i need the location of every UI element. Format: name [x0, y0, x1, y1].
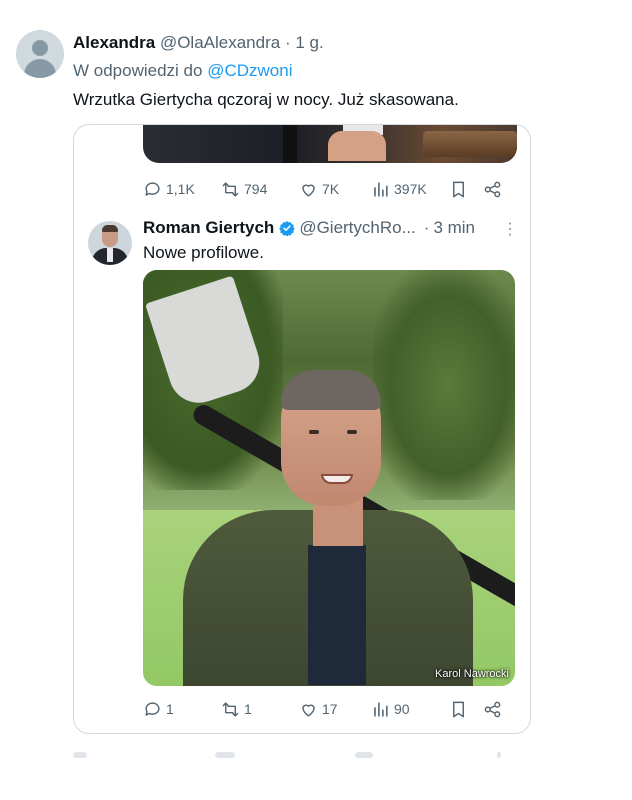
bookmark-button[interactable] — [449, 697, 468, 721]
retweet-button[interactable]: 1 — [221, 697, 252, 721]
views-count: 90 — [394, 701, 410, 717]
reply-count: 1,1K — [166, 181, 195, 197]
previous-tweet-image[interactable] — [143, 125, 517, 163]
tweet-header: Alexandra @OlaAlexandra · 1 g. — [73, 33, 324, 53]
reply-prefix: W odpowiedzi do — [73, 61, 203, 80]
heart-icon — [302, 184, 315, 197]
like-button[interactable]: 7K — [299, 177, 339, 201]
quoted-user-handle[interactable]: @GiertychRo... — [299, 217, 415, 239]
retweet-icon — [222, 181, 239, 197]
retweet-icon — [222, 701, 239, 717]
user-avatar[interactable] — [16, 30, 64, 78]
quoted-thread-card[interactable]: 1,1K 794 7K 397K Roman Giertych @Giertyc… — [73, 124, 531, 734]
views-chart-icon — [374, 181, 388, 197]
quoted-tweet-text: Nowe profilowe. — [143, 243, 264, 262]
quoted-user-avatar[interactable] — [88, 221, 132, 265]
quoted-tweet-header: Roman Giertych @GiertychRo... · 3 min — [143, 217, 475, 239]
heart-icon — [302, 704, 315, 717]
bookmark-button[interactable] — [449, 177, 468, 201]
retweet-button[interactable]: 794 — [221, 177, 267, 201]
user-handle[interactable]: @OlaAlexandra — [160, 33, 280, 52]
profile-photo-image[interactable]: Karol Nawrocki — [143, 270, 515, 686]
share-button[interactable] — [483, 177, 502, 201]
like-count: 17 — [322, 701, 338, 717]
views-button[interactable]: 397K — [371, 177, 427, 201]
quoted-tweet-time[interactable]: 3 min — [433, 217, 475, 239]
photo-credit: Karol Nawrocki — [435, 668, 509, 680]
quoted-display-name[interactable]: Roman Giertych — [143, 217, 274, 239]
reply-icon — [145, 701, 160, 716]
bookmark-icon — [453, 181, 464, 197]
reply-count: 1 — [166, 701, 174, 717]
share-icon — [484, 181, 501, 197]
bookmark-icon — [453, 701, 464, 717]
tweet-time[interactable]: 1 g. — [295, 33, 323, 52]
previous-tweet-action-bar: 1,1K 794 7K 397K — [143, 177, 515, 201]
reply-button[interactable]: 1 — [143, 697, 174, 721]
views-button[interactable]: 90 — [371, 697, 410, 721]
retweet-count: 794 — [244, 181, 268, 197]
more-options-icon[interactable]: ⋮ — [502, 219, 518, 239]
share-button[interactable] — [483, 697, 502, 721]
display-name[interactable]: Alexandra — [73, 33, 155, 52]
share-icon — [484, 701, 501, 717]
like-button[interactable]: 17 — [299, 697, 338, 721]
verified-badge-icon — [279, 221, 296, 236]
reply-mention-link[interactable]: @CDzwoni — [207, 61, 292, 80]
separator-dot: · — [423, 218, 430, 237]
reply-context: W odpowiedzi do @CDzwoni — [73, 60, 292, 82]
views-chart-icon — [374, 701, 388, 717]
like-count: 7K — [322, 181, 340, 197]
retweet-count: 1 — [244, 701, 252, 717]
cropped-action-bar — [73, 752, 505, 760]
quoted-tweet-action-bar: 1 1 17 90 — [143, 697, 515, 721]
reply-icon — [145, 181, 160, 196]
separator-dot: · — [284, 33, 291, 52]
reply-button[interactable]: 1,1K — [143, 177, 195, 201]
views-count: 397K — [394, 181, 427, 197]
tweet-text: Wrzutka Giertycha qczoraj w nocy. Już sk… — [73, 90, 459, 109]
